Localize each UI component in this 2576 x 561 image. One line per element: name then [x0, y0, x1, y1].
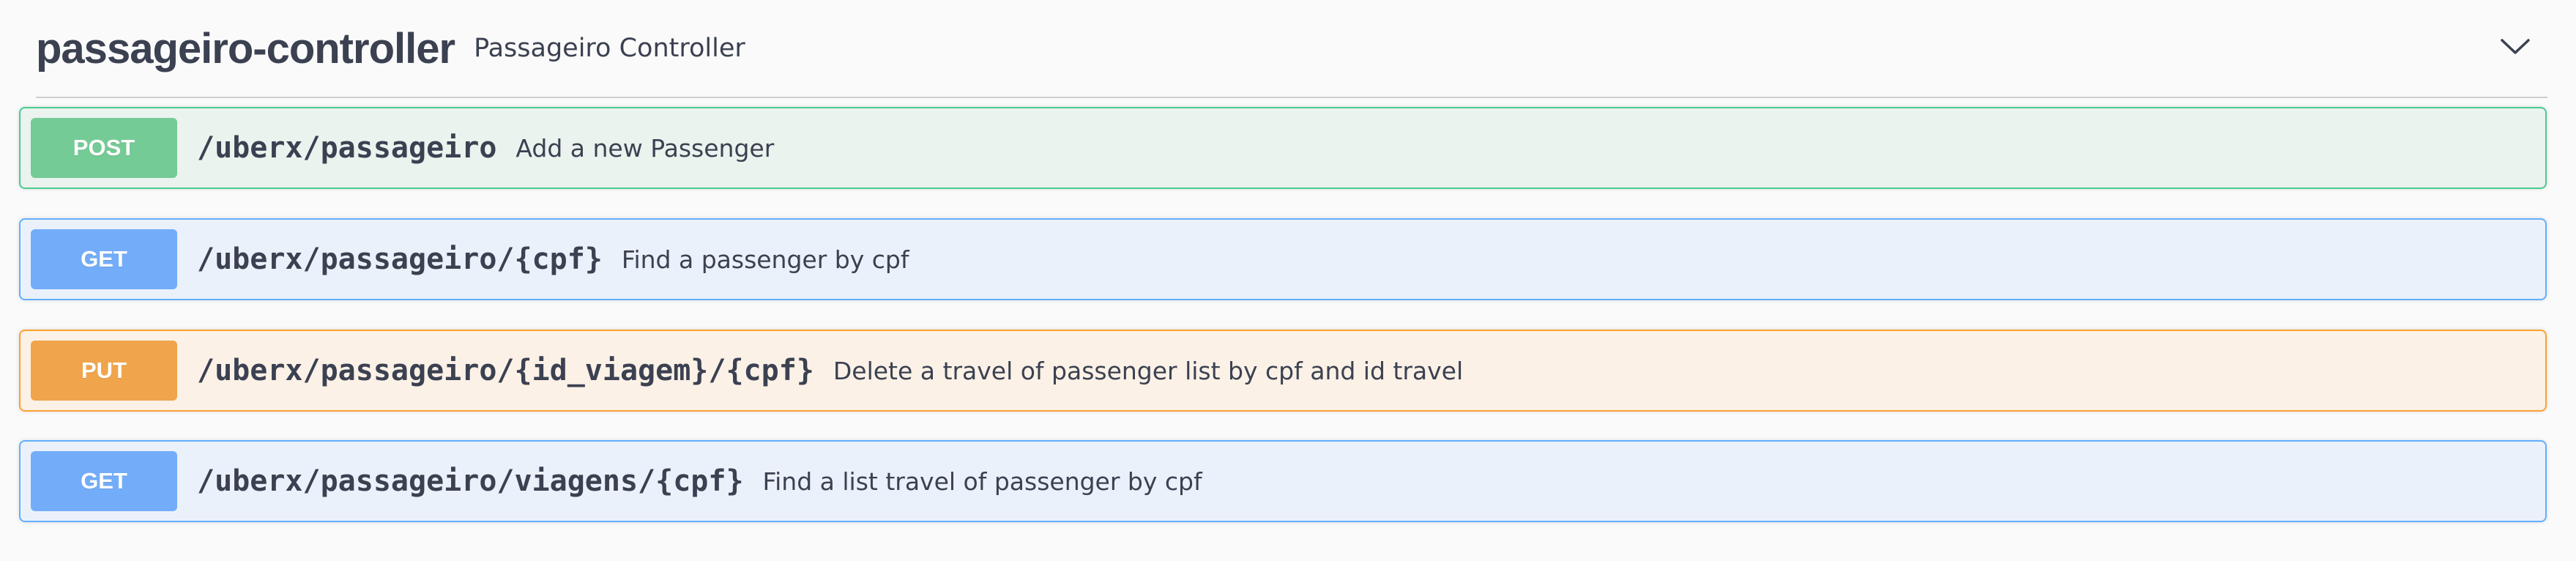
operation-get-passageiro-cpf[interactable]: GET /uberx/passageiro/{cpf} Find a passe…: [19, 218, 2547, 300]
operation-summary: Find a list travel of passenger by cpf: [762, 467, 1202, 496]
operation-path: /uberx/passageiro/{id_viagem}/{cpf}: [197, 354, 814, 387]
method-badge: POST: [31, 118, 177, 178]
operation-summary: Find a passenger by cpf: [621, 245, 909, 274]
operation-summary: Delete a travel of passenger list by cpf…: [833, 356, 1464, 385]
tag-name: passageiro-controller: [36, 24, 455, 73]
operation-path: /uberx/passageiro/{cpf}: [197, 242, 603, 276]
tag-header[interactable]: passageiro-controller Passageiro Control…: [36, 0, 2547, 98]
operation-put-passageiro-viagem[interactable]: PUT /uberx/passageiro/{id_viagem}/{cpf} …: [19, 330, 2547, 412]
method-badge: GET: [31, 451, 177, 511]
operation-summary: Add a new Passenger: [515, 133, 775, 163]
method-badge: GET: [31, 229, 177, 289]
operation-get-passageiro-viagens[interactable]: GET /uberx/passageiro/viagens/{cpf} Find…: [19, 440, 2547, 522]
operation-path: /uberx/passageiro: [197, 131, 497, 165]
api-tag-section: passageiro-controller Passageiro Control…: [0, 0, 2576, 561]
tag-description: Passageiro Controller: [474, 34, 745, 63]
operation-path: /uberx/passageiro/viagens/{cpf}: [197, 464, 744, 498]
operation-post-passageiro[interactable]: POST /uberx/passageiro Add a new Passeng…: [19, 107, 2547, 189]
method-badge: PUT: [31, 341, 177, 401]
chevron-down-icon[interactable]: [2498, 29, 2533, 64]
